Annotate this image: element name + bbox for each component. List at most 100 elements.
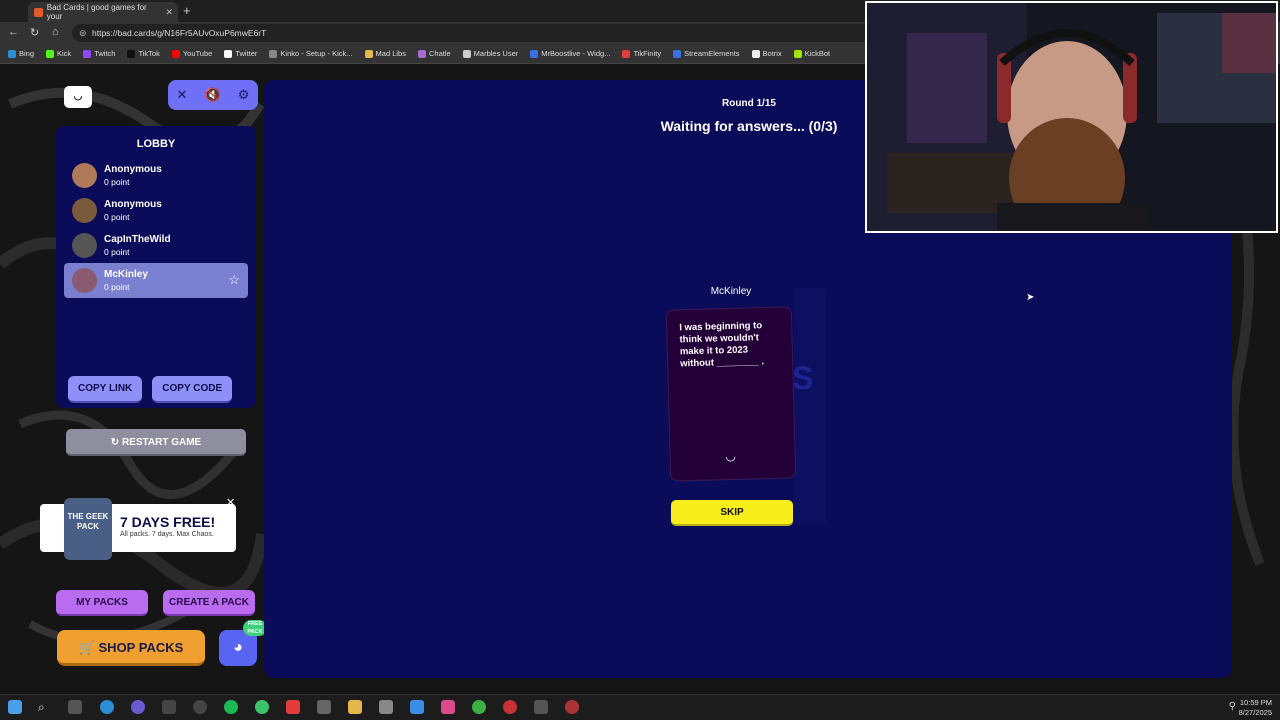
my-packs-button[interactable]: MY PACKS: [56, 590, 148, 616]
geek-pack-promo[interactable]: THE GEEK PACK 7 DAYS FREE! All packs. 7 …: [40, 498, 236, 560]
bookmark-favicon-icon: [793, 49, 802, 58]
xbox-icon[interactable]: [472, 700, 486, 714]
shop-packs-button[interactable]: 🛒 SHOP PACKS: [57, 630, 205, 666]
home-icon[interactable]: ⌂: [52, 26, 59, 38]
url-text: https://bad.cards/g/N16Fr5AUvOxuP6mwE6rT: [92, 28, 267, 38]
tab-title: Bad Cards | good games for your: [46, 3, 147, 21]
address-bar[interactable]: ⊜ https://bad.cards/g/N16Fr5AUvOxuP6mwE6…: [72, 24, 872, 42]
bookmark-item[interactable]: Chatle: [417, 49, 451, 58]
promo-pack-label: THE GEEK PACK: [64, 498, 112, 560]
back-icon[interactable]: ←: [8, 26, 19, 38]
card-ghost-watermark: S: [792, 360, 814, 396]
bookmark-label: Mad Libs: [375, 49, 406, 58]
app-icon[interactable]: [193, 700, 207, 714]
app-icon[interactable]: [317, 700, 331, 714]
bookmark-label: KickBot: [804, 49, 831, 58]
bookmark-label: Kinko - Setup - Kick...: [280, 49, 353, 58]
windows-start-icon[interactable]: [8, 700, 22, 714]
player-points: 0 point: [104, 247, 130, 257]
network-icon[interactable]: ⚲: [1229, 701, 1236, 712]
avatar: [72, 163, 97, 188]
app-icon[interactable]: [410, 700, 424, 714]
bookmark-favicon-icon: [417, 49, 426, 58]
webcam-feed: [867, 3, 1276, 231]
bookmark-favicon-icon: [673, 49, 682, 58]
copy-link-button[interactable]: COPY LINK: [68, 376, 143, 403]
skip-button[interactable]: SKIP: [671, 500, 793, 526]
bookmark-favicon-icon: [46, 49, 55, 58]
edge-browser-icon[interactable]: [100, 700, 114, 714]
bookmark-item[interactable]: KickBot: [793, 49, 831, 58]
bookmark-favicon-icon: [530, 49, 539, 58]
reload-icon[interactable]: ↻: [30, 26, 39, 39]
bookmark-item[interactable]: TikTok: [127, 49, 160, 58]
cart-icon: 🛒: [78, 640, 99, 655]
app-icon[interactable]: [565, 700, 579, 714]
settings-gear-icon[interactable]: ⚙: [238, 87, 250, 103]
bookmark-item[interactable]: Kick: [46, 49, 71, 58]
copy-code-button[interactable]: COPY CODE: [152, 376, 233, 403]
bookmark-favicon-icon: [171, 49, 180, 58]
bookmark-label: TikFinity: [633, 49, 662, 58]
new-tab-icon[interactable]: +: [183, 3, 191, 18]
app-icon[interactable]: [131, 700, 145, 714]
search-icon[interactable]: ⌕: [38, 700, 45, 714]
bookmark-item[interactable]: Bing: [8, 49, 34, 58]
promo-headline: 7 DAYS FREE!: [120, 514, 216, 530]
avatar: [72, 198, 97, 223]
bookmark-favicon-icon: [462, 49, 471, 58]
player-row-current: McKinley 0 point ☆: [64, 263, 248, 298]
mouse-cursor-icon: ➤: [1026, 292, 1035, 303]
player-points: 0 point: [104, 282, 130, 292]
bookmark-item[interactable]: Kinko - Setup - Kick...: [269, 49, 353, 58]
bookmark-item[interactable]: Twitter: [224, 49, 257, 58]
player-row: CapInTheWild 0 point: [64, 228, 248, 263]
promo-subline: All packs. 7 days. Max Chaos.: [120, 531, 214, 538]
bookmark-label: YouTube: [182, 49, 213, 58]
bookmark-item[interactable]: StreamElements: [673, 49, 740, 58]
promo-close-icon[interactable]: ✕: [226, 496, 235, 509]
bookmark-item[interactable]: MrBoostlive - Widg...: [530, 49, 610, 58]
task-view-icon[interactable]: [68, 700, 82, 714]
bookmark-label: Twitch: [94, 49, 116, 58]
tikfinity-icon[interactable]: [286, 700, 300, 714]
app-icon[interactable]: [162, 700, 176, 714]
bookmark-item[interactable]: Botrix: [751, 49, 782, 58]
restart-game-button[interactable]: ↻ RESTART GAME: [66, 429, 246, 456]
bookmark-item[interactable]: Marbles User: [462, 49, 518, 58]
file-explorer-icon[interactable]: [348, 700, 362, 714]
card-owner-name: McKinley: [710, 286, 752, 297]
site-info-icon[interactable]: ⊜: [79, 24, 87, 42]
player-name: Anonymous: [104, 164, 162, 175]
player-row: Anonymous 0 point: [64, 158, 248, 193]
mute-sound-icon[interactable]: 🔇: [205, 87, 221, 103]
card-stack-ghost: [794, 288, 826, 524]
mute-music-icon[interactable]: ✕: [177, 87, 188, 103]
app-icon[interactable]: [441, 700, 455, 714]
bookmark-favicon-icon: [224, 49, 233, 58]
game-toolbar: ✕ 🔇 ⚙: [168, 80, 258, 110]
bookmark-item[interactable]: Twitch: [83, 49, 115, 58]
app-icon[interactable]: [255, 700, 269, 714]
webcam-overlay: [865, 1, 1278, 233]
waiting-status: Waiting for answers... (0/3): [660, 118, 838, 134]
discord-icon: ◕: [233, 639, 243, 656]
browser-tab[interactable]: Bad Cards | good games for your ✕: [28, 2, 178, 22]
app-icon[interactable]: [534, 700, 548, 714]
tab-close-icon[interactable]: ✕: [165, 7, 173, 18]
player-points: 0 point: [104, 212, 130, 222]
create-pack-button[interactable]: CREATE A PACK: [163, 590, 255, 616]
bookmark-item[interactable]: YouTube: [171, 49, 213, 58]
player-name: CapInTheWild: [104, 234, 171, 245]
avatar: [72, 268, 97, 293]
bookmark-item[interactable]: TikFinity: [622, 49, 661, 58]
system-clock[interactable]: 10:59 PM 8/27/2025: [1239, 698, 1272, 718]
bad-cards-logo[interactable]: ◡: [64, 86, 92, 108]
spotify-icon[interactable]: [224, 700, 238, 714]
bookmark-item[interactable]: Mad Libs: [364, 49, 406, 58]
app-icon[interactable]: [379, 700, 393, 714]
app-icon[interactable]: [503, 700, 517, 714]
prompt-text: I was beginning to think we wouldn't mak…: [679, 320, 765, 370]
bookmark-label: MrBoostlive - Widg...: [541, 49, 611, 58]
star-icon[interactable]: ☆: [228, 272, 240, 288]
